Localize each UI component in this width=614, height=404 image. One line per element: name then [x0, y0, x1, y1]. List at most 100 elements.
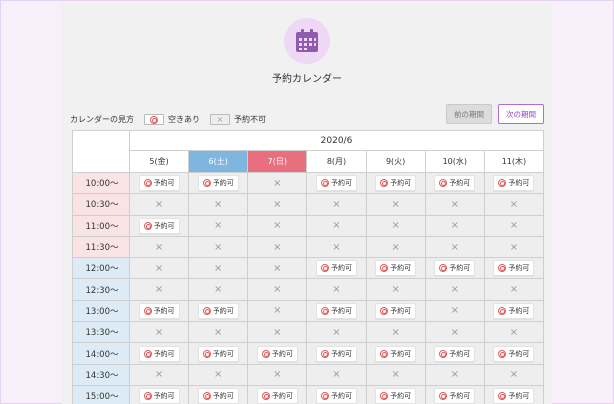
- available-icon: [320, 306, 329, 315]
- reserve-button[interactable]: 予約可: [197, 345, 239, 362]
- reserve-slot[interactable]: 予約可: [130, 385, 190, 404]
- reserve-button[interactable]: 予約可: [138, 175, 180, 192]
- reserve-button[interactable]: 予約可: [375, 260, 417, 277]
- time-label: 14:30〜: [73, 364, 130, 386]
- unavailable-icon: ×: [273, 262, 282, 274]
- unavailable-icon: ×: [214, 284, 223, 296]
- unavailable-slot: ×: [248, 364, 308, 386]
- available-icon: [143, 306, 152, 315]
- reserve-slot[interactable]: 予約可: [130, 343, 190, 365]
- reserve-slot[interactable]: 予約可: [366, 173, 426, 195]
- reserve-button[interactable]: 予約可: [493, 345, 535, 362]
- reserve-slot[interactable]: 予約可: [366, 343, 426, 365]
- reserve-button[interactable]: 予約可: [315, 302, 357, 319]
- reserve-slot[interactable]: 予約可: [189, 300, 249, 323]
- time-label: 10:00〜: [73, 173, 130, 195]
- unavailable-icon: ×: [273, 369, 282, 381]
- reserve-slot[interactable]: 予約可: [425, 173, 485, 195]
- time-row: 15:00〜 予約可 予約可 予約可 予約可 予約可 予約可 予約可: [73, 385, 544, 404]
- unavailable-slot: ×: [425, 364, 485, 386]
- unavailable-icon: ×: [509, 220, 519, 232]
- reserve-button[interactable]: 予約可: [375, 388, 417, 404]
- reserve-button[interactable]: 予約可: [315, 260, 357, 277]
- reserve-slot[interactable]: 予約可: [189, 385, 249, 404]
- reserve-label: 予約可: [330, 179, 352, 188]
- reserve-button[interactable]: 予約可: [256, 388, 298, 404]
- unavailable-icon: ×: [450, 241, 459, 253]
- reserve-slot[interactable]: 予約可: [130, 173, 190, 195]
- reserve-slot[interactable]: 予約可: [130, 215, 190, 237]
- reserve-button[interactable]: 予約可: [315, 388, 357, 404]
- reserve-button[interactable]: 予約可: [434, 345, 476, 362]
- unavailable-slot: ×: [425, 215, 485, 237]
- reserve-slot[interactable]: 予約可: [307, 385, 367, 404]
- reserve-slot[interactable]: 予約可: [307, 173, 367, 195]
- reserve-button[interactable]: 予約可: [315, 175, 357, 192]
- next-period-button[interactable]: 次の期間: [498, 104, 544, 124]
- reserve-button[interactable]: 予約可: [434, 175, 476, 192]
- unavailable-slot: ×: [484, 215, 544, 237]
- time-row: 11:30〜 × × × × × × ×: [73, 236, 544, 259]
- reserve-label: 予約可: [449, 392, 471, 401]
- reserve-button[interactable]: 予約可: [493, 175, 535, 192]
- reserve-button[interactable]: 予約可: [197, 175, 239, 192]
- reserve-button[interactable]: 予約可: [138, 388, 180, 404]
- reserve-slot[interactable]: 予約可: [307, 343, 367, 365]
- reserve-slot[interactable]: 予約可: [248, 343, 308, 365]
- reserve-slot[interactable]: 予約可: [189, 343, 249, 365]
- unavailable-slot: ×: [307, 322, 367, 344]
- reserve-slot[interactable]: 予約可: [366, 258, 426, 280]
- reserve-label: 予約可: [153, 221, 175, 230]
- reserve-button[interactable]: 予約可: [315, 345, 357, 362]
- unavailable-icon: ×: [273, 305, 282, 317]
- month-label: 2020/6: [130, 131, 544, 151]
- unavailable-icon: ×: [509, 326, 519, 338]
- reserve-button[interactable]: 予約可: [434, 260, 476, 277]
- unavailable-icon: ×: [450, 198, 459, 210]
- reserve-button[interactable]: 予約可: [375, 345, 417, 362]
- unavailable-slot: ×: [248, 194, 308, 216]
- reserve-slot[interactable]: 予約可: [484, 300, 544, 323]
- reserve-button[interactable]: 予約可: [375, 302, 417, 319]
- reserve-button[interactable]: 予約可: [197, 302, 239, 319]
- reserve-slot[interactable]: 予約可: [425, 385, 485, 404]
- reserve-button[interactable]: 予約可: [138, 345, 180, 362]
- reserve-slot[interactable]: 予約可: [425, 258, 485, 280]
- unavailable-slot: ×: [366, 279, 426, 301]
- unavailable-icon: ×: [391, 198, 400, 210]
- unavailable-slot: ×: [366, 215, 426, 237]
- unavailable-slot: ×: [248, 258, 308, 280]
- reserve-button[interactable]: 予約可: [493, 302, 535, 319]
- unavailable-icon: ×: [391, 284, 400, 296]
- reserve-button[interactable]: 予約可: [434, 388, 476, 404]
- reserve-slot[interactable]: 予約可: [307, 258, 367, 280]
- reserve-slot[interactable]: 予約可: [484, 173, 544, 195]
- time-label: 15:00〜: [73, 385, 130, 404]
- reserve-slot[interactable]: 予約可: [425, 343, 485, 365]
- reserve-slot[interactable]: 予約可: [307, 300, 367, 323]
- prev-period-button[interactable]: 前の期間: [446, 104, 492, 124]
- reserve-slot[interactable]: 予約可: [366, 385, 426, 404]
- available-icon: [498, 306, 507, 315]
- reserve-button[interactable]: 予約可: [138, 217, 180, 234]
- reserve-button[interactable]: 予約可: [375, 175, 417, 192]
- reserve-button[interactable]: 予約可: [493, 260, 535, 277]
- unavailable-slot: ×: [189, 322, 249, 344]
- reserve-button[interactable]: 予約可: [138, 302, 180, 319]
- unavailable-icon: ×: [214, 241, 223, 253]
- reserve-button[interactable]: 予約可: [197, 388, 239, 404]
- reserve-slot[interactable]: 予約可: [366, 300, 426, 323]
- reserve-button[interactable]: 予約可: [256, 345, 298, 362]
- reserve-slot[interactable]: 予約可: [248, 385, 308, 404]
- legend-heading: カレンダーの見方: [70, 115, 134, 124]
- reserve-button[interactable]: 予約可: [493, 388, 535, 404]
- reserve-slot[interactable]: 予約可: [130, 300, 190, 323]
- legend-unavailable-label: 予約不可: [234, 115, 266, 124]
- reserve-slot[interactable]: 予約可: [484, 385, 544, 404]
- reserve-slot[interactable]: 予約可: [189, 173, 249, 195]
- unavailable-icon: ×: [332, 369, 341, 381]
- unavailable-icon: ×: [214, 262, 223, 274]
- unavailable-slot: ×: [307, 279, 367, 301]
- reserve-slot[interactable]: 予約可: [484, 258, 544, 280]
- reserve-slot[interactable]: 予約可: [484, 343, 544, 365]
